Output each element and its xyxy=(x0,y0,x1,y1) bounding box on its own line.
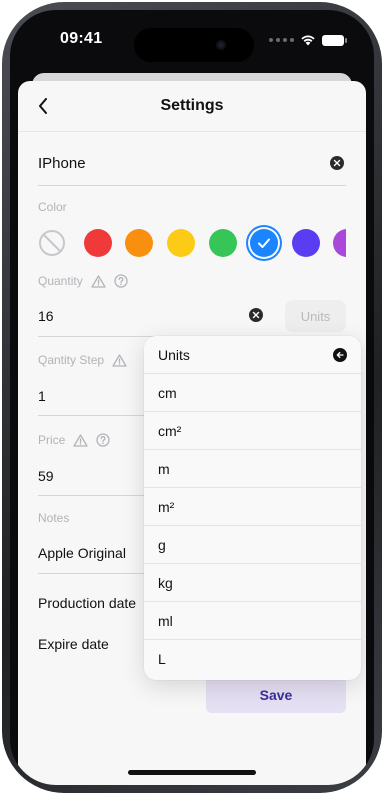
warning-icon[interactable] xyxy=(73,433,88,447)
units-option[interactable]: cm xyxy=(144,374,361,412)
color-label: Color xyxy=(38,200,67,214)
quantity-label: Quantity xyxy=(38,274,128,288)
notes-label-text: Notes xyxy=(38,511,70,525)
quantity-step-field[interactable]: 1 xyxy=(38,375,158,416)
signal-icon xyxy=(269,38,294,42)
color-swatch-none[interactable] xyxy=(38,229,66,257)
status-bar: 09:41 xyxy=(10,10,374,70)
help-icon[interactable] xyxy=(96,433,110,447)
close-icon xyxy=(333,159,341,167)
help-icon[interactable] xyxy=(114,274,128,288)
quantity-label-text: Quantity xyxy=(38,274,83,288)
phone-screen: 09:41 Settings IPhone Color Quantity 16 … xyxy=(10,10,374,785)
save-button[interactable]: Save xyxy=(206,676,346,713)
home-indicator[interactable] xyxy=(128,770,256,775)
notes-label: Notes xyxy=(38,511,69,525)
close-icon xyxy=(252,311,260,319)
quantity-step-label: Qantity Step xyxy=(38,353,127,367)
color-swatch-green[interactable] xyxy=(209,229,237,257)
camera-icon xyxy=(216,40,226,50)
expire-date-label[interactable]: Expire date xyxy=(38,636,109,652)
status-time: 09:41 xyxy=(60,30,103,47)
units-button[interactable]: Units xyxy=(285,300,346,332)
quantity-field[interactable]: 16 xyxy=(38,294,271,337)
status-icons xyxy=(269,34,347,46)
checkmark-icon xyxy=(258,238,270,248)
color-swatch-row xyxy=(38,224,346,264)
price-label: Price xyxy=(38,433,110,447)
price-value: 59 xyxy=(38,468,54,484)
units-menu-title: Units xyxy=(158,346,190,363)
warning-icon[interactable] xyxy=(112,353,127,367)
color-swatch-orange[interactable] xyxy=(125,229,153,257)
warning-icon[interactable] xyxy=(91,274,106,288)
color-swatch-indigo[interactable] xyxy=(292,229,320,257)
units-option[interactable]: m² xyxy=(144,488,361,526)
clear-name-button[interactable] xyxy=(330,156,344,170)
units-option[interactable]: g xyxy=(144,526,361,564)
units-option[interactable]: m xyxy=(144,450,361,488)
color-swatch-purple[interactable] xyxy=(333,229,346,257)
clear-quantity-button[interactable] xyxy=(249,308,263,322)
units-option[interactable]: L xyxy=(144,640,361,678)
back-arrow-icon[interactable] xyxy=(333,348,347,362)
units-option[interactable]: ml xyxy=(144,602,361,640)
name-field-value: IPhone xyxy=(38,155,86,172)
wifi-icon xyxy=(301,35,315,46)
units-dropdown-menu: Units cm cm² m m² g kg ml L xyxy=(144,336,361,680)
price-field[interactable]: 59 xyxy=(38,453,158,496)
quantity-value: 16 xyxy=(38,308,54,324)
color-label-text: Color xyxy=(38,200,67,214)
production-date-label[interactable]: Production date xyxy=(38,595,136,611)
phone-frame: 09:41 Settings IPhone Color Quantity 16 … xyxy=(2,2,382,793)
no-color-icon xyxy=(39,230,65,256)
color-swatch-yellow[interactable] xyxy=(167,229,195,257)
units-option[interactable]: cm² xyxy=(144,412,361,450)
quantity-step-label-text: Qantity Step xyxy=(38,353,105,367)
dynamic-island xyxy=(134,28,254,62)
notes-field[interactable]: Apple Original xyxy=(38,531,158,574)
price-label-text: Price xyxy=(38,433,66,447)
notes-value: Apple Original xyxy=(38,545,126,561)
name-field[interactable]: IPhone xyxy=(38,141,346,186)
page-title: Settings xyxy=(160,97,224,114)
quantity-step-value: 1 xyxy=(38,388,46,404)
navigation-bar: Settings xyxy=(18,81,366,132)
units-option[interactable]: kg xyxy=(144,564,361,602)
color-swatch-red[interactable] xyxy=(84,229,112,257)
battery-icon xyxy=(322,34,347,46)
units-menu-header[interactable]: Units xyxy=(144,336,361,374)
color-swatch-blue[interactable] xyxy=(250,229,278,257)
